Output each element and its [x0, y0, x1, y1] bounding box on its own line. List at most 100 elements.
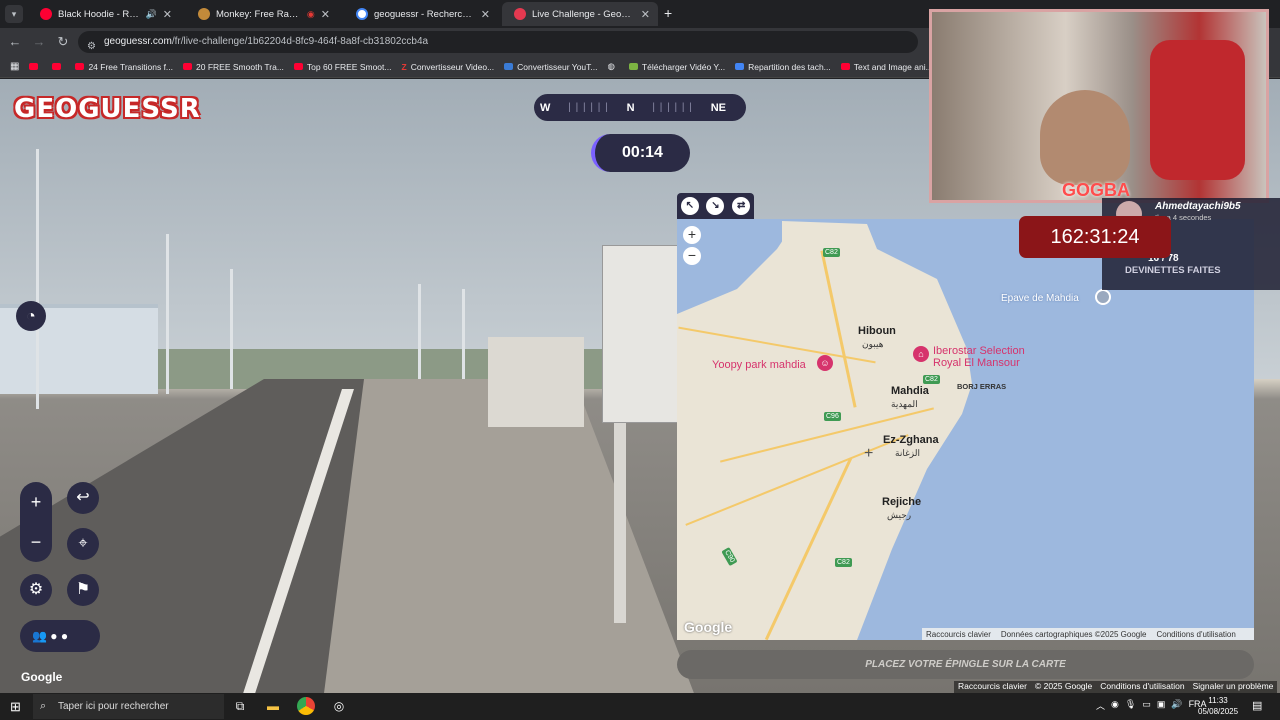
speaker-icon[interactable]: 🔊 — [146, 9, 157, 20]
youtube-icon — [293, 63, 303, 70]
network-icon[interactable]: ▣ — [1157, 699, 1166, 712]
notification-icon[interactable]: ▤ — [1252, 699, 1262, 712]
poi-iberostar-line1[interactable]: Iberostar Selection — [933, 345, 1025, 357]
map-label-rejiche: Rejiche — [882, 496, 922, 508]
bookmark-item[interactable]: Top 60 FREE Smoot... — [293, 62, 391, 72]
shipwreck-pin-icon[interactable] — [1095, 289, 1111, 305]
return-to-start-button[interactable]: ⌖ — [67, 528, 99, 560]
bookmark-item[interactable] — [29, 63, 42, 70]
tab-search-dropdown[interactable]: ▾ — [5, 5, 23, 23]
terms-link[interactable]: Conditions d'utilisation — [1156, 630, 1235, 639]
windows-start-icon[interactable]: ⊞ — [10, 699, 21, 715]
expand-map-icon[interactable]: ↖ — [680, 197, 699, 215]
road-badge: C82 — [823, 248, 840, 257]
place-pin-button[interactable]: PLACEZ VOTRE ÉPINGLE SUR LA CARTE — [677, 650, 1254, 679]
undo-move-button[interactable]: ↩ — [67, 482, 99, 514]
keyboard-shortcuts-link[interactable]: Raccourcis clavier — [926, 630, 991, 639]
map-label-borj-erras: BORJ ERRAS — [957, 382, 1007, 391]
flag-icon[interactable]: ⚑ — [67, 574, 99, 606]
steam-icon[interactable]: ◉ — [1111, 699, 1119, 712]
apps-icon[interactable]: ▦ — [10, 61, 19, 72]
bookmark-item[interactable]: Télécharger Vidéo Y... — [628, 62, 725, 72]
bookmark-item[interactable]: 24 Free Transitions f... — [75, 62, 173, 72]
players-button[interactable]: 👥 ● ● — [20, 620, 100, 652]
new-tab-button[interactable]: + — [664, 5, 672, 21]
forward-button[interactable]: → — [30, 33, 48, 51]
road-sign — [602, 245, 684, 423]
tab-black-hoodie[interactable]: Black Hoodie - Requin ft Kh 🔊 ✕ — [28, 2, 180, 26]
map-label-mahdia: Mahdia — [891, 385, 929, 397]
display-icon[interactable]: ▭ — [1142, 699, 1151, 712]
amusement-park-pin-icon[interactable]: ☺ — [817, 355, 833, 371]
windows-taskbar: ⊞ ⌕ Taper ici pour rechercher ⧉ ▬ ◎ ︿ ◉ … — [0, 693, 1280, 720]
bookmark-item[interactable]: Repartition des tach... — [735, 62, 831, 72]
street-lamp — [36, 149, 39, 409]
volume-icon[interactable]: 🔊 — [1171, 699, 1182, 712]
tab-monkey[interactable]: Monkey: Free Random Vide ◉ ✕ — [186, 2, 338, 26]
compass-ticks: | | | | | | — [568, 102, 609, 113]
map-label-ezzghana: Ez-Zghana — [883, 434, 939, 446]
chrome-icon[interactable] — [297, 697, 315, 715]
reload-button[interactable]: ↻ — [54, 33, 72, 51]
google-icon — [356, 8, 368, 20]
map-attribution: Raccourcis clavier Données cartographiqu… — [922, 628, 1254, 640]
microphone-icon[interactable]: 🎙 — [1125, 699, 1136, 712]
street-lamp — [418, 284, 421, 394]
close-tab-icon[interactable]: ✕ — [481, 8, 490, 21]
bookmark-item[interactable]: Convertisseur YouT... — [504, 62, 597, 72]
shrink-map-icon[interactable]: ↘ — [706, 197, 725, 215]
chevron-up-icon[interactable]: ︿ — [1096, 699, 1105, 712]
poi-iberostar-line2[interactable]: Royal El Mansour — [933, 357, 1020, 369]
zoom-out-button[interactable]: − — [20, 522, 52, 562]
viewer-name: Ahmedtayachi9b5 — [1155, 201, 1241, 212]
obs-icon[interactable]: ◎ — [330, 697, 348, 715]
pin-map-icon[interactable]: ⇄ — [732, 197, 751, 215]
keyboard-shortcuts-link[interactable]: Raccourcis clavier — [958, 681, 1027, 693]
players-icon: 👥 — [32, 629, 47, 643]
gaming-chair — [1150, 40, 1245, 180]
close-tab-icon[interactable]: ✕ — [163, 8, 172, 21]
youtube-icon — [29, 63, 39, 70]
road-badge: C90 — [721, 546, 738, 567]
zoom-control: + − — [20, 482, 52, 562]
close-tab-icon[interactable]: ✕ — [641, 8, 650, 21]
bookmark-item[interactable]: 20 FREE Smooth Tra... — [183, 62, 284, 72]
close-tab-icon[interactable]: ✕ — [321, 8, 330, 21]
map-zoom-in-button[interactable]: + — [683, 226, 701, 244]
round-timer: 00:14 — [591, 134, 690, 172]
bookmark-item[interactable]: ◍ — [607, 61, 618, 72]
chat-icon[interactable]: ◔ — [16, 301, 46, 331]
clock[interactable]: 11:33 05/08/2025 — [1198, 695, 1238, 717]
bookmark-item[interactable]: Z Convertisseur Video... — [401, 62, 494, 72]
file-explorer-icon[interactable]: ▬ — [264, 697, 282, 715]
bookmark-item[interactable] — [52, 63, 65, 70]
road-badge: C82 — [835, 558, 852, 567]
task-view-icon[interactable]: ⧉ — [231, 697, 249, 715]
poi-yoopy-park[interactable]: Yoopy park mahdia — [712, 359, 806, 371]
settings-gear-icon[interactable]: ⚙ — [20, 574, 52, 606]
crosshair-icon: + — [864, 445, 874, 462]
converter-icon — [504, 63, 514, 70]
recording-icon: ◉ — [306, 8, 315, 19]
taskbar-search[interactable]: ⌕ Taper ici pour rechercher — [33, 694, 224, 719]
map-zoom-out-button[interactable]: − — [683, 247, 701, 265]
page-attribution: Raccourcis clavier © 2025 Google Conditi… — [954, 681, 1278, 693]
terms-link[interactable]: Conditions d'utilisation — [1100, 681, 1184, 693]
street-lamp — [230, 269, 233, 389]
back-button[interactable]: ← — [6, 33, 24, 51]
road-badge: C82 — [923, 375, 940, 384]
sign-pole — [614, 423, 626, 623]
geoguessr-logo[interactable]: GEOGUESSR — [14, 94, 201, 124]
zoom-in-button[interactable]: + — [20, 482, 52, 522]
globe-icon: ◍ — [607, 61, 615, 71]
bookmark-item[interactable]: Text and Image ani... — [840, 62, 933, 72]
site-info-icon[interactable]: ⚙ — [87, 36, 96, 58]
poi-epave-de-mahdia[interactable]: Epave de Mahdia — [1001, 293, 1079, 304]
tab-live-challenge[interactable]: Live Challenge - GeoGuessr ✕ — [502, 2, 658, 26]
map-label-mahdia-ar: المهدية — [891, 399, 918, 409]
map-label-hiboun: Hiboun — [858, 325, 896, 337]
report-problem-link[interactable]: Signaler un problème — [1193, 681, 1274, 693]
address-bar[interactable]: ⚙ geoguessr.com/fr/live-challenge/1b6220… — [78, 31, 918, 53]
tab-google-search[interactable]: geoguessr - Recherche Google ✕ — [344, 2, 498, 26]
hotel-pin-icon[interactable]: ⌂ — [913, 346, 929, 362]
